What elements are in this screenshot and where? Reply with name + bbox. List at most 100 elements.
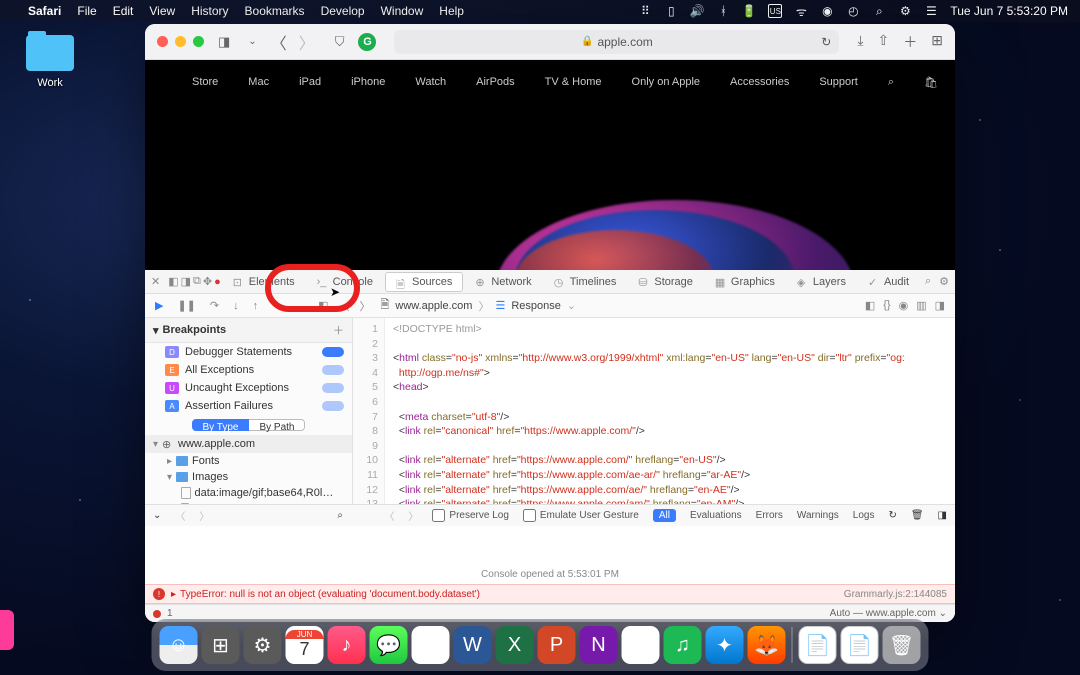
- bluetooth-icon[interactable]: ᚼ: [716, 4, 730, 18]
- menu-help[interactable]: Help: [439, 4, 464, 18]
- app-name[interactable]: Safari: [28, 4, 61, 18]
- nav-tvhome[interactable]: TV & Home: [545, 76, 602, 88]
- context-selector[interactable]: Auto — www.apple.com ⌄: [830, 608, 947, 619]
- new-tab-icon[interactable]: ＋: [903, 32, 917, 52]
- record-icon[interactable]: ●: [214, 276, 221, 288]
- toggle[interactable]: [322, 347, 344, 357]
- dock-launchpad[interactable]: ⊞: [202, 626, 240, 664]
- tree-fonts[interactable]: ▸Fonts: [145, 453, 352, 469]
- dock-word[interactable]: W: [454, 626, 492, 664]
- source-code-editor[interactable]: 12345678910111213141516171819 <!DOCTYPE …: [353, 318, 955, 504]
- notification-icon[interactable]: ☰: [924, 4, 938, 18]
- tab-storage[interactable]: ⛁Storage: [628, 273, 703, 291]
- menu-window[interactable]: Window: [381, 4, 424, 18]
- filter-errors[interactable]: Errors: [756, 510, 783, 521]
- tab-console[interactable]: ›_Console: [307, 273, 383, 291]
- tree-domain[interactable]: ▾⊕www.apple.com: [145, 435, 352, 453]
- dock-side-icon-2[interactable]: ◨: [181, 275, 191, 288]
- dropdown-icon[interactable]: ⌄: [567, 299, 576, 312]
- details-toggle-icon[interactable]: ◨: [935, 299, 945, 312]
- crumb-host[interactable]: www.apple.com: [395, 300, 472, 312]
- url-field[interactable]: 🔒 apple.com ↻: [394, 30, 839, 54]
- reload-icon[interactable]: ↻: [888, 510, 896, 521]
- dock-safari[interactable]: ✦: [706, 626, 744, 664]
- dock-slack[interactable]: #: [622, 626, 660, 664]
- braces-icon[interactable]: {}: [883, 299, 890, 312]
- element-select-icon[interactable]: ✥: [203, 275, 212, 288]
- fullscreen-window-button[interactable]: [193, 36, 204, 47]
- console-error-row[interactable]: ! ▸ TypeError: null is not an object (ev…: [145, 584, 955, 604]
- seg-by-type[interactable]: By Type: [192, 419, 250, 431]
- dock-firefox[interactable]: 🦊: [748, 626, 786, 664]
- disclosure-icon[interactable]: ▸: [171, 589, 176, 600]
- nav-search-icon[interactable]: ⌕: [888, 76, 894, 89]
- control-center-icon[interactable]: ⚙: [898, 4, 912, 18]
- console-crumb-back-icon[interactable]: 〈: [384, 508, 394, 523]
- tab-timelines[interactable]: ◷Timelines: [544, 273, 627, 291]
- dock-excel[interactable]: X: [496, 626, 534, 664]
- dock-settings[interactable]: ⚙: [244, 626, 282, 664]
- nav-support[interactable]: Support: [819, 76, 858, 88]
- tab-elements[interactable]: ⊡Elements: [223, 273, 305, 291]
- console-body[interactable]: Console opened at 5:53:01 PM: [145, 526, 955, 584]
- pause-icon[interactable]: ❚❚: [177, 299, 195, 312]
- dock-powerpoint[interactable]: P: [538, 626, 576, 664]
- dock-side-icon[interactable]: ◧: [168, 275, 178, 288]
- tree-file-1[interactable]: data:image/gif;base64,R0l…w==: [145, 485, 352, 501]
- preserve-log-checkbox[interactable]: Preserve Log: [432, 509, 508, 522]
- responsive-icon[interactable]: ⧉: [193, 275, 201, 288]
- tabs-overview-icon[interactable]: ⊞: [931, 32, 943, 52]
- close-window-button[interactable]: [157, 36, 168, 47]
- dock-messages[interactable]: 💬: [370, 626, 408, 664]
- desktop-folder-work[interactable]: Work: [20, 35, 80, 89]
- bp-allexc[interactable]: EAll Exceptions: [145, 361, 352, 379]
- nav-airpods[interactable]: AirPods: [476, 76, 515, 88]
- step-into-icon[interactable]: ↓: [233, 300, 239, 312]
- sidebar-toggle-icon[interactable]: ◨: [214, 32, 234, 52]
- dock-chrome[interactable]: ◉: [412, 626, 450, 664]
- columns-icon[interactable]: ▥: [916, 299, 926, 312]
- seg-by-path[interactable]: By Path: [249, 419, 305, 431]
- tree-images[interactable]: ▾Images: [145, 469, 352, 485]
- clear-console-icon[interactable]: 🗑: [911, 510, 924, 521]
- nav-store[interactable]: Store: [192, 76, 218, 88]
- clock-text[interactable]: Tue Jun 7 5:53:20 PM: [950, 4, 1068, 18]
- eye-icon[interactable]: ◉: [899, 299, 909, 312]
- step-out-icon[interactable]: ↑: [253, 300, 259, 312]
- nav-mac[interactable]: Mac: [248, 76, 269, 88]
- mobile-icon[interactable]: ▯: [664, 4, 678, 18]
- tab-audit[interactable]: ✓Audit: [858, 273, 919, 291]
- console-nav-fwd-icon[interactable]: 〉: [199, 508, 209, 523]
- nav-ipad[interactable]: iPad: [299, 76, 321, 88]
- battery-icon[interactable]: 🔋: [742, 4, 756, 18]
- tab-dropdown-icon[interactable]: ⌄: [244, 34, 260, 49]
- dock-calendar[interactable]: JUN7: [286, 626, 324, 664]
- dock-finder[interactable]: ☺: [160, 626, 198, 664]
- toggle[interactable]: [322, 383, 344, 393]
- minimize-window-button[interactable]: [175, 36, 186, 47]
- breakpoints-header[interactable]: ▾Breakpoints＋: [145, 318, 352, 343]
- console-sidebar-icon[interactable]: ◨: [938, 510, 947, 521]
- close-inspector-icon[interactable]: ✕: [151, 275, 160, 288]
- step-over-icon[interactable]: ↷: [210, 299, 219, 312]
- privacy-shield-icon[interactable]: ⛉: [331, 32, 349, 52]
- dropbox-icon[interactable]: ⠿: [638, 4, 652, 18]
- bp-debugger[interactable]: DDebugger Statements: [145, 343, 352, 361]
- menu-view[interactable]: View: [149, 4, 175, 18]
- inspector-settings-icon[interactable]: ⚙: [939, 275, 949, 288]
- nav-toggle-icon[interactable]: ◧: [318, 299, 328, 312]
- tab-network[interactable]: ⊕Network: [465, 273, 541, 291]
- dock-file-2[interactable]: 📄: [841, 626, 879, 664]
- nav-watch[interactable]: Watch: [415, 76, 446, 88]
- crumb-response[interactable]: Response: [511, 300, 561, 312]
- notification-edge[interactable]: [0, 610, 14, 650]
- reload-icon[interactable]: ↻: [821, 35, 831, 49]
- share-icon[interactable]: ⇧: [878, 32, 890, 52]
- tab-layers[interactable]: ◈Layers: [787, 273, 856, 291]
- crumb-back-icon[interactable]: 〈: [339, 298, 350, 314]
- filter-warnings[interactable]: Warnings: [797, 510, 839, 521]
- console-toggle-icon[interactable]: ⌄: [153, 510, 161, 521]
- code-content[interactable]: <!DOCTYPE html> <html class="no-js" xmln…: [385, 318, 955, 504]
- filter-all-pill[interactable]: All: [653, 509, 676, 522]
- pretty-print-icon[interactable]: ◧: [865, 299, 875, 312]
